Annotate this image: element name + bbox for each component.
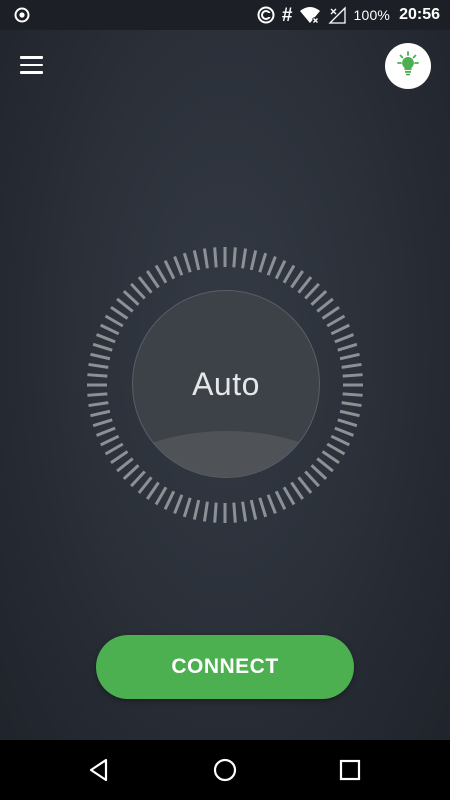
dial-tick xyxy=(249,250,258,271)
wifi-icon xyxy=(299,6,321,24)
server-label: Auto xyxy=(192,365,260,402)
dial-tick xyxy=(316,297,334,313)
dial-tick xyxy=(95,333,116,344)
dial-tick xyxy=(290,481,304,500)
battery-percent: 100% xyxy=(353,7,391,23)
dial-tick xyxy=(146,481,160,500)
dial-tick xyxy=(213,247,218,268)
dial-tick xyxy=(173,255,184,276)
dial-tick xyxy=(116,297,134,313)
dial-tick xyxy=(88,362,109,369)
dial-tick xyxy=(154,486,168,506)
dial-tick xyxy=(266,255,277,276)
hamburger-menu-icon[interactable] xyxy=(20,52,50,78)
lightbulb-icon xyxy=(394,50,422,83)
dial-tick xyxy=(274,490,287,510)
dial-tick xyxy=(90,409,111,418)
dial-tick xyxy=(182,252,192,273)
dial-tick xyxy=(213,502,218,523)
dial-tick xyxy=(110,306,129,320)
connect-button[interactable]: CONNECT xyxy=(96,635,354,699)
dial-tick xyxy=(282,486,296,506)
dial-tick xyxy=(290,270,304,289)
status-time: 20:56 xyxy=(399,6,440,23)
dial-tick xyxy=(266,494,277,515)
back-icon[interactable] xyxy=(86,757,112,783)
dial-tick xyxy=(334,333,355,344)
home-icon[interactable] xyxy=(212,757,238,783)
dial-tick xyxy=(316,457,334,473)
dial-tick xyxy=(163,490,176,510)
status-bar: # 100% 20:56 xyxy=(0,0,450,30)
dial-tick xyxy=(339,409,360,418)
dial-tick xyxy=(337,418,358,428)
menu-line xyxy=(20,56,43,59)
dial-tick xyxy=(297,476,313,494)
dial-tick xyxy=(342,392,363,397)
dial-tick xyxy=(326,442,346,456)
app-screen: # 100% 20:56 Auto CONNECT xyxy=(0,0,450,800)
dial-tick xyxy=(182,497,192,518)
dial-tick xyxy=(341,401,362,408)
dial-tick xyxy=(330,434,350,447)
recents-icon[interactable] xyxy=(337,757,363,783)
dial-tick xyxy=(337,342,358,352)
dial-tick xyxy=(330,323,350,336)
dial-tick xyxy=(326,314,346,328)
dial-tick xyxy=(137,476,153,494)
dial-tick xyxy=(321,306,340,320)
hash-icon: # xyxy=(281,4,293,26)
dial-tick xyxy=(163,260,176,280)
dial-tick xyxy=(173,494,184,515)
dial-tick xyxy=(90,352,111,361)
signal-off-icon xyxy=(328,6,347,24)
dial-tick xyxy=(100,434,120,447)
dial-tick xyxy=(202,501,209,522)
dial-tick xyxy=(232,247,237,268)
dial-tick xyxy=(249,499,258,520)
dial-tick xyxy=(100,323,120,336)
dial-tick xyxy=(241,501,248,522)
dial-tick xyxy=(321,450,340,464)
dial-tick xyxy=(192,499,201,520)
tips-button[interactable] xyxy=(385,43,431,89)
record-icon xyxy=(14,7,30,23)
dial-tick xyxy=(341,362,362,369)
dial-tick xyxy=(92,418,113,428)
dial-tick xyxy=(339,352,360,361)
dial-tick xyxy=(95,426,116,437)
dial-tick xyxy=(116,457,134,473)
dial-tick xyxy=(87,373,108,378)
dial-tick xyxy=(258,252,268,273)
dial-tick xyxy=(104,442,124,456)
server-selector[interactable]: Auto xyxy=(132,290,320,478)
dial-tick xyxy=(192,250,201,271)
dial-tick xyxy=(241,248,248,269)
dial-tick xyxy=(274,260,287,280)
dial-tick xyxy=(104,314,124,328)
dial-tick xyxy=(282,264,296,284)
connection-dial: Auto xyxy=(85,245,365,525)
dial-tick xyxy=(334,426,355,437)
menu-line xyxy=(20,71,43,74)
dial-tick xyxy=(87,392,108,397)
dial-tick xyxy=(146,270,160,289)
navigation-bar xyxy=(0,740,450,800)
dial-tick xyxy=(154,264,168,284)
dial-tick xyxy=(342,373,363,378)
dial-tick xyxy=(202,248,209,269)
dial-tick xyxy=(110,450,129,464)
dial-tick xyxy=(88,401,109,408)
data-saver-icon xyxy=(257,6,275,24)
menu-line xyxy=(20,63,43,67)
dial-tick xyxy=(92,342,113,352)
dial-tick xyxy=(258,497,268,518)
dial-tick xyxy=(232,502,237,523)
